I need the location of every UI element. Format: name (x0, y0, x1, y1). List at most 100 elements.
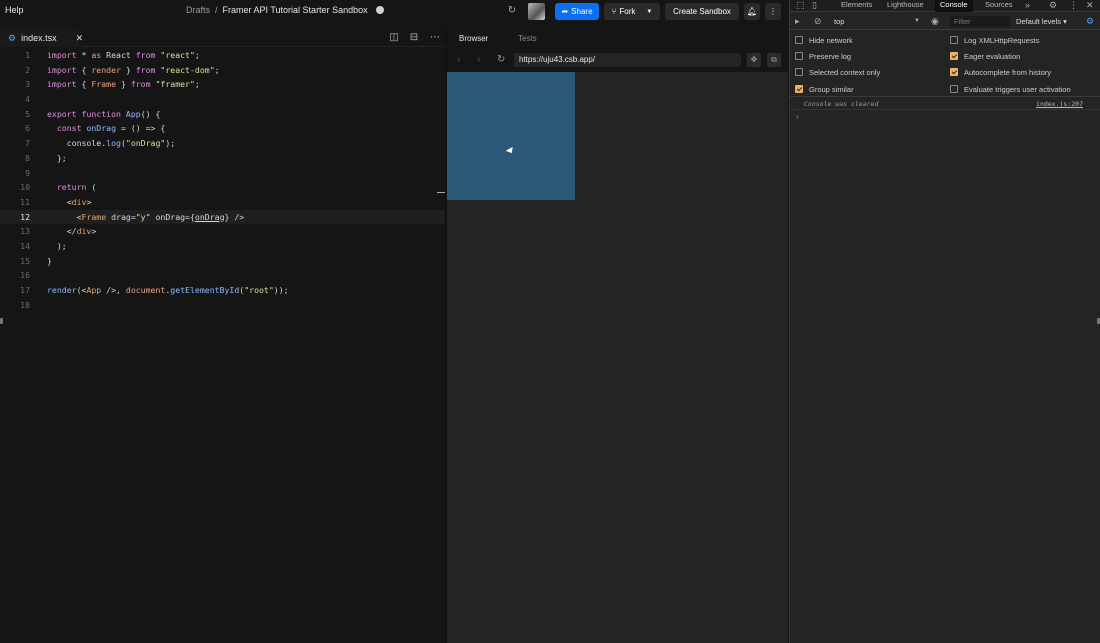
code-text: }; (47, 152, 67, 163)
code-line[interactable]: 1 import * as React from "react"; (0, 48, 445, 63)
close-icon[interactable]: ✕ (76, 33, 84, 44)
clear-console-icon[interactable]: ⊘ (814, 16, 822, 26)
code-line[interactable]: 3 import { Frame } from "framer"; (0, 77, 445, 92)
tab-browser[interactable]: Browser (459, 34, 488, 43)
more-tabs-icon[interactable]: » (1025, 0, 1030, 10)
tab-console[interactable]: Console (935, 0, 973, 12)
line-number: 12 (20, 211, 30, 222)
option-eager-evaluation[interactable]: Eager evaluation (950, 51, 1020, 61)
line-number: 2 (25, 64, 30, 75)
line-number: 4 (25, 94, 30, 105)
code-text: import { Frame } from "framer"; (47, 79, 200, 90)
checkbox-checked[interactable] (795, 85, 803, 93)
create-sandbox-button[interactable]: Create Sandbox (665, 3, 739, 20)
option-hide-network[interactable]: Hide network (795, 35, 853, 45)
checkbox[interactable] (795, 36, 803, 44)
eye-icon[interactable]: ◉ (931, 16, 939, 26)
code-line[interactable]: 11 <div> (0, 195, 445, 210)
code-text: return ( (56, 182, 97, 193)
share-button[interactable]: ➦ Share (555, 3, 599, 20)
left-resize-handle[interactable] (0, 318, 3, 324)
fork-button[interactable]: ⑂ Fork ▼ (604, 3, 660, 20)
chevron-down-icon[interactable]: ▼ (646, 9, 652, 15)
refresh-icon[interactable]: ↻ (506, 5, 518, 17)
code-area[interactable]: 1 import * as React from "react"; 2 import… (0, 48, 445, 312)
layout-icon[interactable]: ⊟ (408, 32, 420, 44)
gear-icon[interactable]: ⚙ (1049, 0, 1057, 10)
checkbox[interactable] (950, 85, 958, 93)
code-line[interactable]: 10 return ( (0, 180, 445, 195)
code-line[interactable]: 13 </div> (0, 224, 445, 239)
reload-icon[interactable]: ↻ (497, 54, 505, 65)
url-input[interactable]: https://uju43.csb.app/ (514, 53, 741, 67)
option-group-similar[interactable]: Group similar (795, 84, 854, 94)
code-line[interactable]: 15} (0, 254, 445, 269)
forward-icon[interactable]: › (477, 54, 480, 65)
code-line[interactable]: 7 console.log("onDrag"); (0, 136, 445, 151)
help-menu[interactable]: Help (5, 5, 24, 15)
option-preserve-log[interactable]: Preserve log (795, 51, 851, 61)
console-prompt[interactable]: › (796, 112, 799, 121)
devtools-tabs: ⬚ ▯ Elements Lighthouse Console Sources … (790, 0, 1100, 12)
tab-elements[interactable]: Elements (841, 0, 872, 12)
code-line[interactable]: 18 (0, 298, 445, 313)
notifications-bell-icon[interactable]: 🔔︎ (744, 3, 760, 20)
tab-sources[interactable]: Sources (985, 0, 1013, 12)
settings-gear-icon[interactable]: ⚙ (1086, 16, 1094, 26)
chevron-down-icon: ▼ (914, 18, 920, 24)
checkbox[interactable] (795, 68, 803, 76)
option-evaluate-triggers[interactable]: Evaluate triggers user activation (950, 84, 1071, 94)
kebab-menu-icon[interactable]: ⋮ (1069, 0, 1078, 10)
checkbox-checked[interactable] (950, 68, 958, 76)
breadcrumb-drafts[interactable]: Drafts (186, 5, 210, 15)
checkbox[interactable] (795, 52, 803, 60)
line-number: 6 (25, 123, 30, 134)
split-view-icon[interactable]: ◫ (388, 32, 400, 44)
code-line[interactable]: 6 const onDrag = () => { (0, 121, 445, 136)
tab-lighthouse[interactable]: Lighthouse (887, 0, 924, 12)
code-line[interactable]: 2 import { render } from "react-dom"; (0, 63, 445, 78)
code-text: ); (47, 240, 67, 251)
context-select[interactable]: top ▼ (834, 16, 920, 27)
checkbox-checked[interactable] (950, 52, 958, 60)
avatar[interactable] (528, 3, 545, 20)
inspect-icon[interactable]: ⬚ (796, 0, 805, 10)
code-line-active[interactable]: 12 <Frame drag="y" onDrag={onDrag} /> (0, 209, 445, 225)
devtools-toggle-icon[interactable]: ✥ (747, 53, 761, 67)
code-text: <div> (47, 196, 92, 207)
code-line[interactable]: 5 export function App() { (0, 107, 445, 122)
code-line[interactable]: 9 (0, 166, 445, 181)
more-menu-icon[interactable]: ⋮ (765, 3, 781, 20)
checkbox[interactable] (950, 36, 958, 44)
devtools-panel: ⬚ ▯ Elements Lighthouse Console Sources … (789, 0, 1100, 643)
option-autocomplete-history[interactable]: Autocomplete from history (950, 67, 1051, 77)
device-toggle-icon[interactable]: ▯ (812, 0, 817, 10)
code-line[interactable]: 17 render(<App />, document.getElementByI… (0, 283, 445, 298)
option-log-xhr[interactable]: Log XMLHttpRequests (950, 35, 1039, 45)
editor-tabs: ⚙ index.tsx ✕ ◫ ⊟ ⋯ (0, 29, 445, 47)
sidebar-toggle-icon[interactable]: ▸ (795, 16, 800, 26)
log-levels-select[interactable]: Default levels ▾ (1016, 16, 1067, 27)
line-number: 1 (25, 50, 30, 60)
draggable-frame[interactable] (447, 72, 575, 200)
open-new-window-icon[interactable]: ⧉ (767, 53, 781, 67)
code-line[interactable]: 16 (0, 268, 445, 283)
console-source-link[interactable]: index.js:207 (1036, 99, 1083, 110)
line-number: 10 (20, 182, 30, 193)
option-selected-context[interactable]: Selected context only (795, 67, 880, 77)
console-message-text: Console was cleared (804, 100, 879, 108)
line-number: 7 (25, 138, 30, 149)
code-line[interactable]: 8 }; (0, 151, 445, 166)
filter-input[interactable]: Filter (950, 16, 1010, 27)
code-line[interactable]: 14 ); (0, 239, 445, 254)
share-icon: ➦ (561, 7, 569, 16)
file-tab-index[interactable]: ⚙ index.tsx ✕ (0, 29, 83, 47)
close-icon[interactable]: ✕ (1086, 0, 1094, 10)
line-number: 13 (20, 226, 30, 237)
sandbox-title[interactable]: Framer API Tutorial Starter Sandbox (223, 5, 368, 15)
code-line[interactable]: 4 (0, 92, 445, 107)
back-icon[interactable]: ‹ (457, 54, 460, 65)
breadcrumb-separator: / (215, 5, 218, 15)
tab-tests[interactable]: Tests (518, 34, 537, 43)
more-options-icon[interactable]: ⋯ (429, 32, 441, 44)
